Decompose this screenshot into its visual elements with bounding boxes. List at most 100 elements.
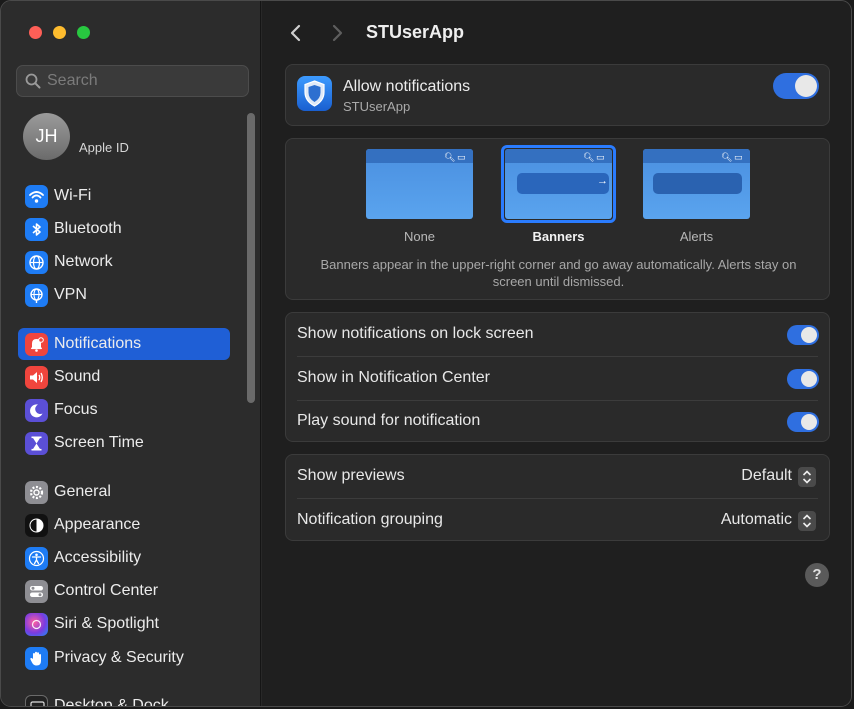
settings-window: JH Apple ID Wi-Fi Bluetooth Network [0, 0, 852, 707]
lock-screen-label: Show notifications on lock screen [297, 325, 534, 342]
minimize-window-button[interactable] [53, 26, 66, 39]
vpn-globe-icon [25, 284, 48, 307]
sidebar-item-label: Focus [54, 401, 98, 418]
sidebar-item-label: Wi-Fi [54, 187, 92, 204]
search-icon: 🔍︎ [583, 152, 595, 162]
alerts-preview-thumbnail: 🔍︎ ▭ [643, 149, 750, 219]
notification-center-toggle[interactable] [787, 369, 819, 389]
preview-options-panel: Show previews Default Notification group… [285, 454, 830, 541]
arrow-right-icon: → [597, 175, 608, 187]
sidebar-item-label: Network [54, 253, 113, 270]
sidebar-item-notifications[interactable]: Notifications [18, 328, 230, 360]
app-shield-icon [297, 76, 332, 111]
alert-style-panel: 🔍︎ ▭ None 🔍︎ ▭ → Banners 🔍︎ ▭ Alerts Ban… [285, 138, 830, 300]
accessibility-icon [25, 547, 48, 570]
sidebar-item-label: Bluetooth [54, 220, 122, 237]
sidebar-item-label: Privacy & Security [54, 649, 184, 666]
control-center-icon: ▭ [457, 152, 466, 162]
search-field[interactable] [16, 65, 249, 97]
play-sound-row: Play sound for notification [286, 400, 829, 444]
sidebar-item-label: Desktop & Dock [54, 697, 169, 707]
notification-options-panel: Show notifications on lock screen Show i… [285, 312, 830, 442]
alert-style-label: Alerts [679, 229, 714, 244]
sidebar-item-label: Siri & Spotlight [54, 615, 159, 632]
sidebar-item-network[interactable]: Network [18, 246, 230, 278]
alert-preview [653, 173, 742, 194]
sidebar-item-wifi[interactable]: Wi-Fi [18, 180, 230, 212]
sidebar-item-label: VPN [54, 286, 87, 303]
sidebar-item-label: Sound [54, 368, 101, 385]
sidebar-item-general[interactable]: General [18, 476, 230, 508]
sidebar-item-siri-spotlight[interactable]: Siri & Spotlight [18, 608, 230, 640]
page-title: STUserApp [366, 22, 465, 42]
lock-screen-row: Show notifications on lock screen [286, 313, 829, 357]
back-button[interactable] [284, 20, 308, 46]
forward-button[interactable] [325, 20, 349, 46]
play-sound-toggle[interactable] [787, 412, 819, 432]
app-name-sublabel: STUserApp [343, 99, 411, 114]
hand-icon [25, 647, 48, 670]
help-button[interactable]: ? [805, 563, 829, 587]
lock-screen-toggle[interactable] [787, 325, 819, 345]
hourglass-icon [25, 432, 48, 455]
sidebar-item-appearance[interactable]: Appearance [18, 509, 230, 541]
gear-icon [25, 481, 48, 504]
sidebar-item-label: General [54, 483, 111, 500]
show-previews-value: Default [741, 467, 792, 484]
none-preview-thumbnail: 🔍︎ ▭ [366, 149, 473, 219]
show-previews-label: Show previews [297, 467, 405, 484]
moon-icon [25, 399, 48, 422]
sidebar-item-focus[interactable]: Focus [18, 394, 230, 426]
zoom-window-button[interactable] [77, 26, 90, 39]
close-window-button[interactable] [29, 26, 42, 39]
bluetooth-icon [25, 218, 48, 241]
speaker-icon [25, 366, 48, 389]
banner-preview [517, 173, 609, 194]
dock-icon [25, 695, 48, 706]
apple-id-row[interactable]: JH Apple ID [23, 113, 223, 161]
sidebar: JH Apple ID Wi-Fi Bluetooth Network [1, 1, 261, 707]
sidebar-item-desktop-dock[interactable]: Desktop & Dock [18, 690, 230, 707]
sidebar-item-label: Screen Time [54, 434, 144, 451]
sidebar-scrollbar[interactable] [247, 113, 255, 403]
chevron-updown-icon [798, 467, 816, 487]
sidebar-item-sound[interactable]: Sound [18, 361, 230, 393]
sidebar-item-label: Appearance [54, 516, 141, 533]
notification-grouping-row: Notification grouping Automatic [286, 499, 829, 543]
control-center-icon: ▭ [734, 152, 743, 162]
sidebar-item-vpn[interactable]: VPN [18, 279, 230, 311]
wifi-icon [25, 185, 48, 208]
sidebar-item-label: Accessibility [54, 549, 142, 566]
alert-style-label: Banners [532, 229, 585, 244]
avatar: JH [23, 113, 70, 160]
sidebar-item-screen-time[interactable]: Screen Time [18, 427, 230, 459]
banners-preview-thumbnail: 🔍︎ ▭ → [505, 149, 612, 219]
globe-icon [25, 251, 48, 274]
sidebar-item-privacy-security[interactable]: Privacy & Security [18, 642, 230, 674]
play-sound-label: Play sound for notification [297, 412, 481, 429]
notification-grouping-label: Notification grouping [297, 511, 443, 528]
notification-center-row: Show in Notification Center [286, 357, 829, 401]
notification-grouping-popup[interactable]: Automatic [676, 511, 816, 531]
apple-id-label: Apple ID [79, 140, 129, 155]
notification-grouping-value: Automatic [720, 511, 792, 528]
sidebar-item-bluetooth[interactable]: Bluetooth [18, 213, 230, 245]
notification-center-label: Show in Notification Center [297, 369, 490, 386]
search-input[interactable] [47, 70, 242, 92]
allow-notifications-toggle[interactable] [773, 73, 819, 99]
show-previews-popup[interactable]: Default [696, 467, 816, 487]
sidebar-item-control-center[interactable]: Control Center [18, 575, 230, 607]
alert-style-label: None [403, 229, 436, 244]
appearance-icon [25, 514, 48, 537]
alert-style-description: Banners appear in the upper-right corner… [320, 257, 797, 289]
allow-notifications-label: Allow notifications [343, 78, 471, 95]
bell-icon [25, 333, 48, 356]
siri-icon [25, 613, 48, 636]
allow-notifications-panel: Allow notifications STUserApp [285, 64, 830, 126]
search-icon: 🔍︎ [444, 152, 456, 162]
search-icon [25, 73, 41, 94]
sidebar-item-accessibility[interactable]: Accessibility [18, 542, 230, 574]
main-pane: STUserApp Allow notifications STUserApp … [262, 1, 851, 706]
search-icon: 🔍︎ [721, 152, 733, 162]
show-previews-row: Show previews Default [286, 455, 829, 499]
